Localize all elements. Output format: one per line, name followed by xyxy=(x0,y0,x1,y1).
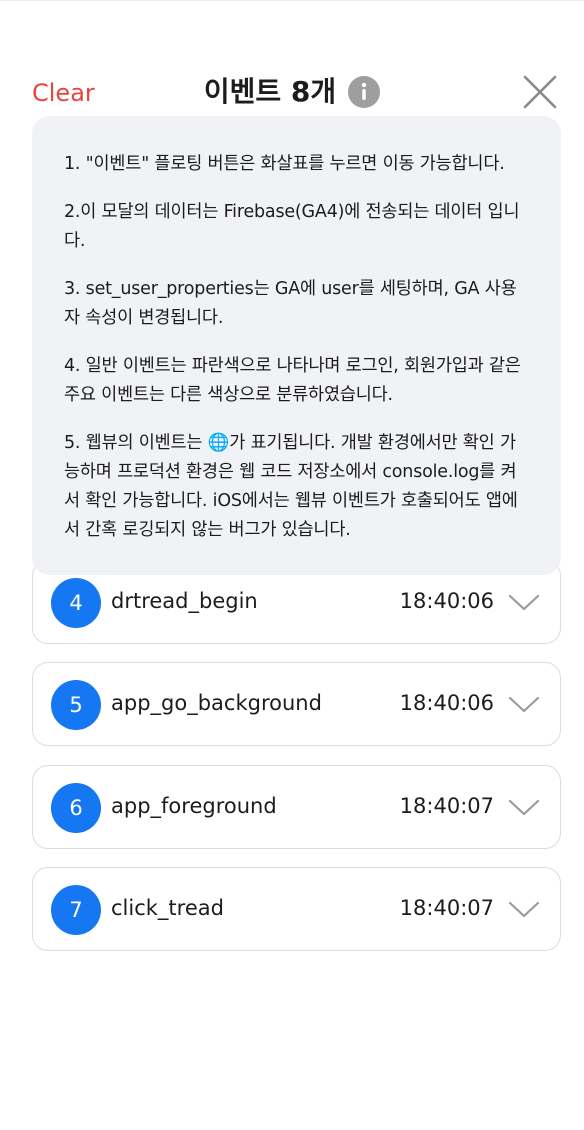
info-line: 3. set_user_properties는 GA에 user를 세팅하며, … xyxy=(64,279,517,328)
info-icon-glyph xyxy=(361,82,367,100)
chevron-down-icon[interactable] xyxy=(508,900,540,920)
event-name: click_tread xyxy=(111,896,224,920)
chevron-down-icon[interactable] xyxy=(508,695,540,715)
event-name: drtread_begin xyxy=(111,589,258,613)
info-panel: 1. "이벤트" 플로팅 버튼은 화살표를 누르면 이동 가능합니다. 2.이 … xyxy=(32,116,561,575)
event-number-badge: 4 xyxy=(51,578,101,628)
event-row[interactable]: 5 app_go_background 18:40:06 xyxy=(32,662,561,746)
close-icon[interactable] xyxy=(522,74,558,110)
event-row[interactable]: 7 click_tread 18:40:07 xyxy=(32,867,561,951)
event-name: app_foreground xyxy=(111,794,277,818)
event-time: 18:40:06 xyxy=(399,589,494,613)
modal-header: Clear 이벤트 8개 xyxy=(0,66,584,120)
event-number-badge: 7 xyxy=(51,885,101,935)
event-number-badge: 5 xyxy=(51,680,101,730)
event-time: 18:40:07 xyxy=(399,794,494,818)
event-time: 18:40:06 xyxy=(399,691,494,715)
info-line: 5. 웹뷰의 이벤트는 🌐가 표기됩니다. 개발 환경에서만 확인 가능하며 프… xyxy=(64,433,518,540)
chevron-down-icon[interactable] xyxy=(508,593,540,613)
info-line: 2.이 모달의 데이터는 Firebase(GA4)에 전송되는 데이터 입니다… xyxy=(64,202,520,251)
modal-title: 이벤트 8개 xyxy=(203,75,337,108)
event-number-badge: 6 xyxy=(51,783,101,833)
info-icon[interactable] xyxy=(348,76,381,108)
event-row[interactable]: 6 app_foreground 18:40:07 xyxy=(32,765,561,849)
chevron-down-icon[interactable] xyxy=(508,798,540,818)
event-name: app_go_background xyxy=(111,691,322,715)
info-line: 4. 일반 이벤트는 파란색으로 나타나며 로그인, 회원가입과 같은 주요 이… xyxy=(64,356,521,405)
title-group: 이벤트 8개 xyxy=(0,74,584,110)
info-line: 1. "이벤트" 플로팅 버튼은 화살표를 누르면 이동 가능합니다. xyxy=(64,154,505,174)
top-divider xyxy=(0,0,584,1)
event-time: 18:40:07 xyxy=(399,896,494,920)
